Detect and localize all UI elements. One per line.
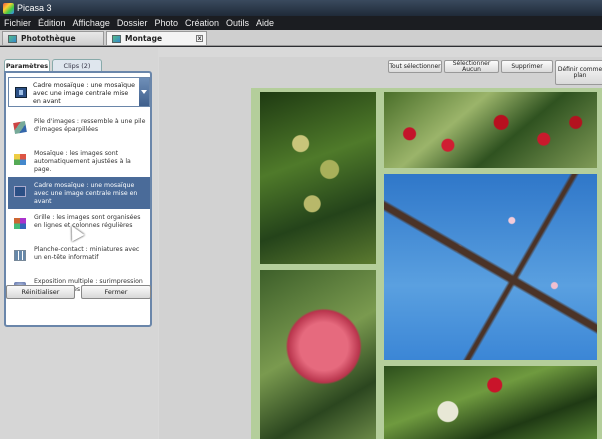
close-button[interactable]: Fermer [81,285,151,299]
menu-photo[interactable]: Photo [154,18,178,28]
menu-edition[interactable]: Édition [38,18,66,28]
reset-button[interactable]: Réinitialiser [6,285,75,299]
tab-phototheque-label: Photothèque [21,34,76,43]
photo-apple[interactable] [260,270,376,439]
define-as-background-button[interactable]: Définir comme plan [555,60,602,85]
close-tab-icon[interactable]: x [196,35,203,42]
menu-dossier[interactable]: Dossier [117,18,148,28]
photo-orchard-tree[interactable] [384,366,597,439]
option-label: Mosaïque : les images sont automatiqueme… [34,150,131,173]
contact-sheet-icon [14,250,26,261]
menu-creation[interactable]: Création [185,18,219,28]
collage-canvas[interactable] [251,88,602,439]
tab-parametres[interactable]: Paramètres [4,59,50,71]
menu-fichier[interactable]: Fichier [4,18,31,28]
tab-phototheque[interactable]: Photothèque [2,31,104,45]
frame-mosaic-icon [14,186,26,197]
tab-bar: Photothèque Montage x [0,30,602,46]
pile-icon [13,121,27,134]
frame-mosaic-icon [15,87,27,98]
menu-outils[interactable]: Outils [226,18,249,28]
option-pile[interactable]: Pile d'images : ressemble à une pile d'i… [8,113,150,145]
delete-button[interactable]: Supprimer [501,60,553,73]
grid-icon [14,218,26,229]
option-mosaic[interactable]: Mosaïque : les images sont automatiqueme… [8,145,150,177]
window-title: Picasa 3 [17,3,52,13]
library-icon [8,34,17,43]
collage-settings-panel: Paramètres Clips (2) Cadre mosaïque : un… [0,47,158,439]
option-contact-sheet[interactable]: Planche-contact : miniatures avec un en-… [8,241,150,273]
tab-montage-label: Montage [125,34,163,43]
tab-clips[interactable]: Clips (2) [52,59,102,71]
menu-aide[interactable]: Aide [256,18,274,28]
tab-montage[interactable]: Montage x [106,31,207,45]
work-area: Paramètres Clips (2) Cadre mosaïque : un… [0,47,602,439]
photo-blossom-central[interactable] [384,174,597,360]
picasa-app-icon [3,2,14,14]
select-all-button[interactable]: Tout sélectionner [388,60,442,73]
menu-affichage[interactable]: Affichage [73,18,110,28]
photo-pears[interactable] [260,92,376,264]
photo-cherries[interactable] [384,92,597,168]
option-label: Cadre mosaïque : une mosaïque avec une i… [34,182,138,205]
collage-type-dropdown[interactable]: Cadre mosaïque : une mosaïque avec une i… [8,77,150,107]
option-label: Grille : les images sont organisées en l… [34,214,141,229]
panel-tabs: Paramètres Clips (2) [4,59,152,71]
option-frame-mosaic[interactable]: Cadre mosaïque : une mosaïque avec une i… [8,177,150,209]
option-label: Pile d'images : ressemble à une pile d'i… [34,118,146,133]
option-label: Planche-contact : miniatures avec un en-… [34,246,140,261]
collage-stage: Tout sélectionner Sélectionner Aucun Sup… [159,57,602,439]
montage-icon [112,34,121,43]
dropdown-selected-label: Cadre mosaïque : une mosaïque avec une i… [33,82,136,105]
menu-bar: Fichier Édition Affichage Dossier Photo … [0,16,602,30]
select-none-button[interactable]: Sélectionner Aucun [444,60,499,73]
mosaic-icon [14,154,26,165]
chevron-down-icon[interactable] [139,78,149,106]
title-bar: Picasa 3 [0,0,602,16]
